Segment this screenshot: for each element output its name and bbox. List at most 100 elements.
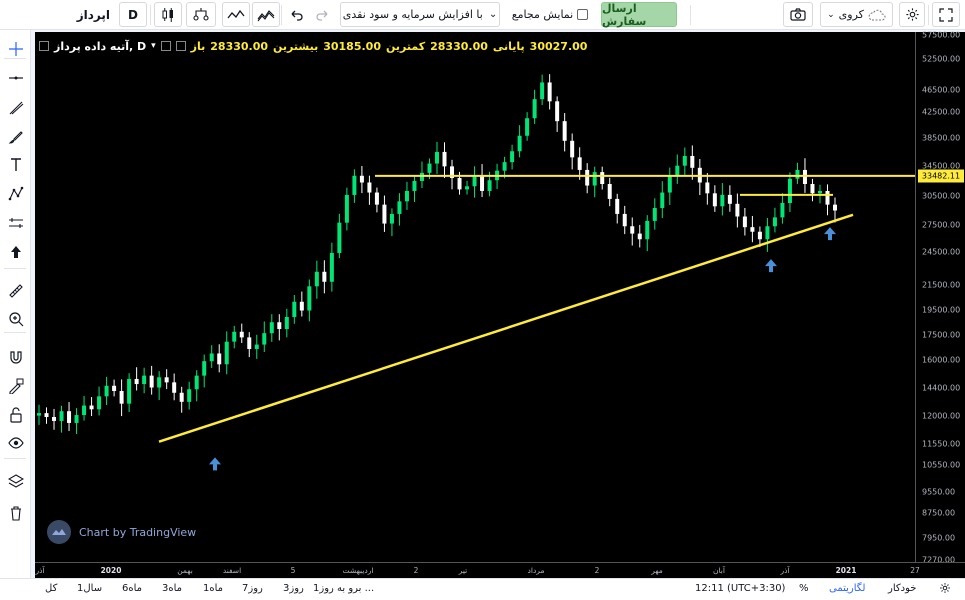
time-axis[interactable]: آذر 2020 بهمن اسفند 5 اردیبهشت 2 تیر مرداد 2 مهر آب…: [35, 562, 965, 578]
crosshair-tool[interactable]: [0, 38, 31, 64]
range-button[interactable]: 1ماه: [203, 583, 223, 594]
bar-style-button[interactable]: [154, 2, 182, 27]
candle: [359, 165, 364, 194]
candle: [555, 96, 560, 132]
range-button[interactable]: 1سال: [77, 583, 102, 594]
ruler-tool[interactable]: [0, 280, 31, 306]
price-plot[interactable]: [35, 32, 915, 562]
measure-tool[interactable]: [0, 212, 31, 238]
candle: [337, 213, 342, 259]
price-axis[interactable]: 57500.00 52500.00 46500.00 42500.00 38500.00…: [915, 31, 965, 565]
zoom-tool[interactable]: [0, 308, 31, 334]
time-tick: بهمن: [177, 566, 193, 575]
time-tick: 2: [413, 566, 419, 575]
pattern-tool[interactable]: [0, 183, 31, 209]
price-tick: 27500.00: [922, 220, 961, 230]
settings-button[interactable]: [899, 2, 925, 27]
candle: [472, 166, 477, 198]
price-tick: 16000.00: [922, 355, 961, 365]
text-tool[interactable]: [0, 154, 31, 180]
adjustment-select[interactable]: با افزایش سرمایه و سود نقدی ⌄: [340, 2, 500, 27]
redo-button[interactable]: [309, 2, 335, 27]
show-totals-toggle[interactable]: نمایش مجامع: [504, 2, 596, 27]
magnet-tool[interactable]: [0, 346, 31, 372]
price-tick: 17500.00: [922, 330, 961, 340]
undo-button[interactable]: [284, 2, 310, 27]
indicators-icon: [257, 8, 275, 22]
screenshot-button[interactable]: [783, 2, 813, 27]
gear-icon[interactable]: [939, 582, 951, 597]
trend-line-tool[interactable]: [0, 97, 31, 123]
arrow-up-marker[interactable]: [765, 259, 777, 273]
magnet-icon: [8, 349, 24, 369]
candle: [292, 294, 297, 324]
goto-date-button[interactable]: برو به ...: [337, 583, 374, 594]
candle: [720, 183, 725, 216]
candle: [307, 279, 312, 322]
arrow-up-marker[interactable]: [209, 457, 221, 471]
lock-drawing-tool[interactable]: [0, 375, 31, 401]
range-button[interactable]: کل: [45, 583, 57, 594]
price-tick: 38500.00: [922, 133, 961, 143]
candle: [404, 181, 409, 210]
top-toolbar: ⌄ کروی ارسال سفارش نمایش مجامع با افزایش…: [0, 0, 965, 30]
candle: [74, 408, 79, 434]
candlestick-icon: [161, 7, 175, 23]
candle: [104, 376, 109, 406]
range-button[interactable]: 7روز: [242, 583, 263, 594]
horizontal-line-tool[interactable]: [0, 67, 31, 93]
legend-open-value: 28330.00: [210, 39, 269, 53]
arrow-up-tool[interactable]: [0, 241, 31, 267]
candle: [187, 381, 192, 410]
collapse-legend-icon[interactable]: [39, 41, 49, 51]
range-button[interactable]: 3ماه: [162, 583, 182, 594]
eye-tool[interactable]: [0, 432, 31, 458]
bottom-toolbar: کل 1سال 6ماه 3ماه 1ماه 7روز 3روز 1روز برو به ...…: [0, 578, 965, 600]
layout-select[interactable]: ⌄ کروی: [820, 2, 893, 27]
chart-legend: آتیه داده پرداز, D ▾ باز 28330.00 بیشترین…: [39, 38, 587, 54]
candle: [142, 367, 147, 394]
text-icon: [8, 157, 24, 177]
lock-tool[interactable]: [0, 404, 31, 430]
range-button[interactable]: 6ماه: [122, 583, 142, 594]
send-order-button[interactable]: ارسال سفارش: [601, 2, 677, 28]
candle: [435, 141, 439, 174]
trash-icon: [8, 505, 24, 525]
chart-type-button[interactable]: [186, 2, 216, 27]
time-tick: 2020: [100, 566, 122, 575]
brush-tool[interactable]: [0, 126, 31, 152]
show-totals-checkbox[interactable]: [577, 9, 589, 20]
candle: [697, 158, 702, 196]
time-tick: آذر: [35, 566, 45, 575]
candle: [562, 113, 567, 152]
log-scale-button[interactable]: لگاریتمی: [829, 583, 865, 594]
legend-close-label: پایانی: [492, 39, 525, 53]
legend-settings-icon[interactable]: [175, 41, 186, 51]
timezone-label[interactable]: 12:11 (UTC+3:30): [695, 583, 785, 594]
tradingview-watermark[interactable]: Chart by TradingView: [47, 520, 196, 544]
arrow-up-marker[interactable]: [824, 227, 836, 241]
trash-tool[interactable]: [0, 502, 31, 528]
trend-line-icon: [8, 100, 24, 120]
range-button[interactable]: 3روز: [283, 583, 304, 594]
layers-icon: [7, 473, 24, 493]
legend-visibility-icon[interactable]: [160, 41, 171, 51]
price-tick: 30500.00: [922, 191, 961, 201]
percent-scale-button[interactable]: %: [799, 583, 809, 594]
chart-pane[interactable]: آتیه داده پرداز, D ▾ باز 28330.00 بیشترین…: [35, 32, 915, 562]
range-button[interactable]: 1روز: [313, 583, 334, 594]
layers-tool[interactable]: [0, 470, 31, 496]
indicators-button[interactable]: [252, 2, 280, 27]
auto-scale-button[interactable]: خودکار: [888, 583, 916, 594]
compare-button[interactable]: [222, 2, 250, 27]
legend-symbol[interactable]: آتیه داده پرداز, D: [54, 40, 146, 53]
price-tick: 14400.00: [922, 383, 961, 393]
fullscreen-button[interactable]: [932, 2, 960, 27]
chart-application: ⌄ کروی ارسال سفارش نمایش مجامع با افزایش…: [0, 0, 965, 600]
time-tick: 5: [290, 566, 296, 575]
candle: [254, 334, 259, 359]
symbol-search[interactable]: اپرداز: [34, 2, 114, 27]
chevron-down-icon: ⌄: [488, 9, 498, 20]
interval-button[interactable]: D: [119, 2, 147, 27]
lock-drawing-icon: [8, 378, 24, 398]
